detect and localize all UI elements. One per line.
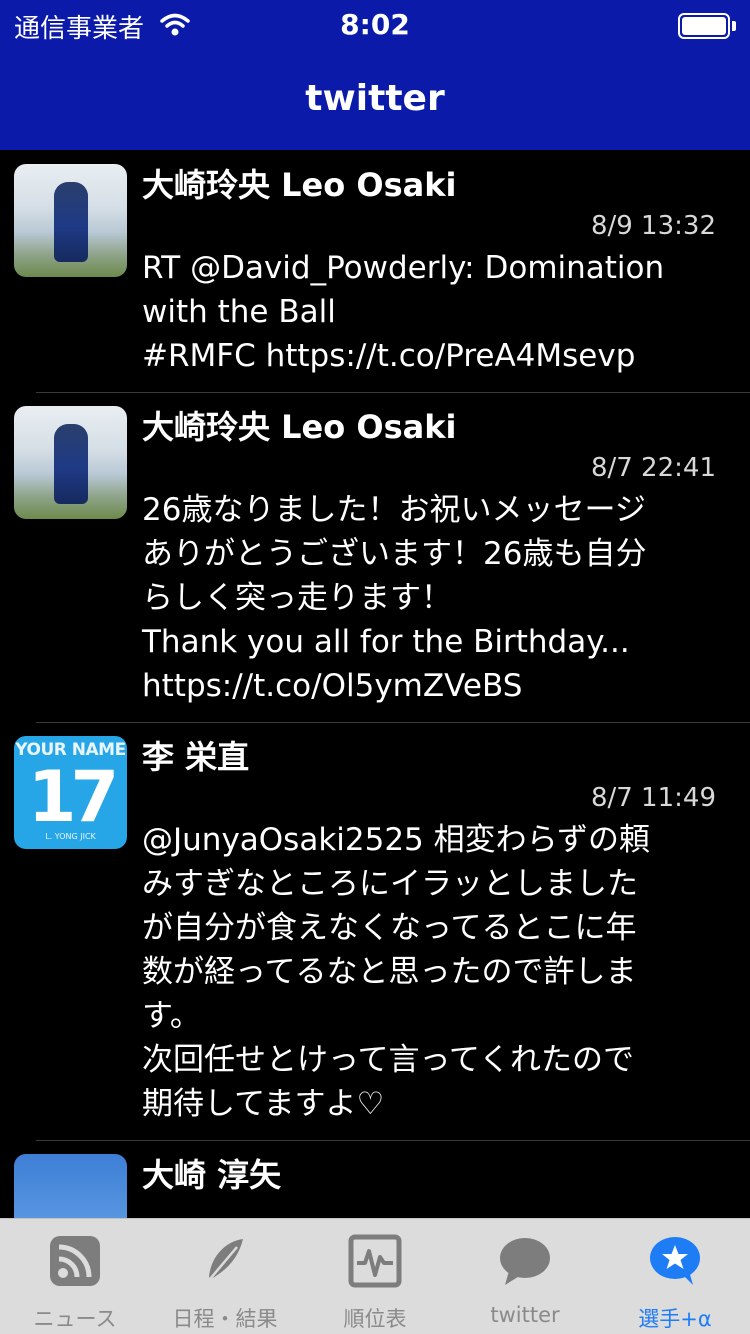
tweet-timestamp: 8/9 13:32: [590, 211, 716, 241]
page-title: twitter: [305, 78, 445, 119]
avatar-jersey-number: 17: [27, 756, 119, 838]
tweet-feed[interactable]: 大崎玲央 Leo Osaki 8/9 13:32 RT @David_Powde…: [0, 150, 750, 1218]
tweet-author: 大崎玲央 Leo Osaki: [142, 166, 457, 204]
avatar[interactable]: [14, 164, 127, 277]
tweet-author: 大崎 淳矢: [142, 1156, 282, 1194]
tab-schedule[interactable]: 日程・結果: [150, 1219, 300, 1334]
tab-twitter[interactable]: twitter: [450, 1219, 600, 1334]
tab-standings[interactable]: 順位表: [300, 1219, 450, 1334]
tweet-text[interactable]: 26歳なりました！お祝いメッセージ ありがとうございます！26歳も自分 らしく突…: [142, 488, 716, 708]
tab-news[interactable]: ニュース: [0, 1219, 150, 1334]
tab-standings-label: 順位表: [343, 1307, 407, 1331]
tweet-row[interactable]: 大崎玲央 Leo Osaki 8/9 13:32 RT @David_Powde…: [0, 150, 750, 392]
avatar-jersey-sub: L. YONG JICK: [45, 832, 96, 841]
tab-bar: ニュース 日程・結果 順位表 twitter 選手+α: [0, 1218, 750, 1334]
tab-players[interactable]: 選手+α: [600, 1219, 750, 1334]
tweet-author: 李 栄直: [142, 738, 250, 776]
feather-icon: [204, 1239, 243, 1286]
player-figure: [54, 424, 88, 504]
tweet-row[interactable]: 大崎玲央 Leo Osaki 8/7 22:41 26歳なりました！お祝いメッセ…: [0, 392, 750, 722]
avatar[interactable]: [14, 406, 127, 519]
status-bar: 通信事業者 8:02: [0, 0, 750, 50]
star-bubble-icon: [650, 1237, 700, 1285]
player-figure: [54, 182, 88, 262]
avatar[interactable]: YOUR NAME 17 L. YONG JICK: [14, 736, 127, 849]
battery-icon: [678, 13, 736, 39]
avatar[interactable]: [14, 1154, 127, 1218]
tweet-row[interactable]: YOUR NAME 17 L. YONG JICK 李 栄直 8/7 11:49…: [0, 722, 750, 1140]
tab-news-label: ニュース: [33, 1307, 117, 1331]
tweet-text[interactable]: RT @David_Powderly: Domination with the …: [142, 246, 716, 378]
chart-icon: [348, 1234, 402, 1288]
tab-players-label: 選手+α: [638, 1307, 712, 1331]
tweet-timestamp: 8/7 22:41: [590, 453, 716, 483]
clock: 8:02: [340, 8, 410, 41]
tweet-author: 大崎玲央 Leo Osaki: [142, 408, 457, 446]
tweet-text[interactable]: @JunyaOsaki2525 相変わらずの頼 みすぎなところにイラッとしました…: [142, 818, 716, 1126]
tweet-timestamp: 8/7 11:49: [590, 783, 716, 813]
tweet-row[interactable]: 大崎 淳矢: [0, 1140, 750, 1218]
rss-icon: [50, 1236, 100, 1286]
tab-twitter-label: twitter: [490, 1303, 560, 1327]
tab-schedule-label: 日程・結果: [172, 1307, 278, 1331]
chat-bubble-icon: [500, 1238, 550, 1285]
navigation-bar: twitter: [0, 50, 750, 150]
